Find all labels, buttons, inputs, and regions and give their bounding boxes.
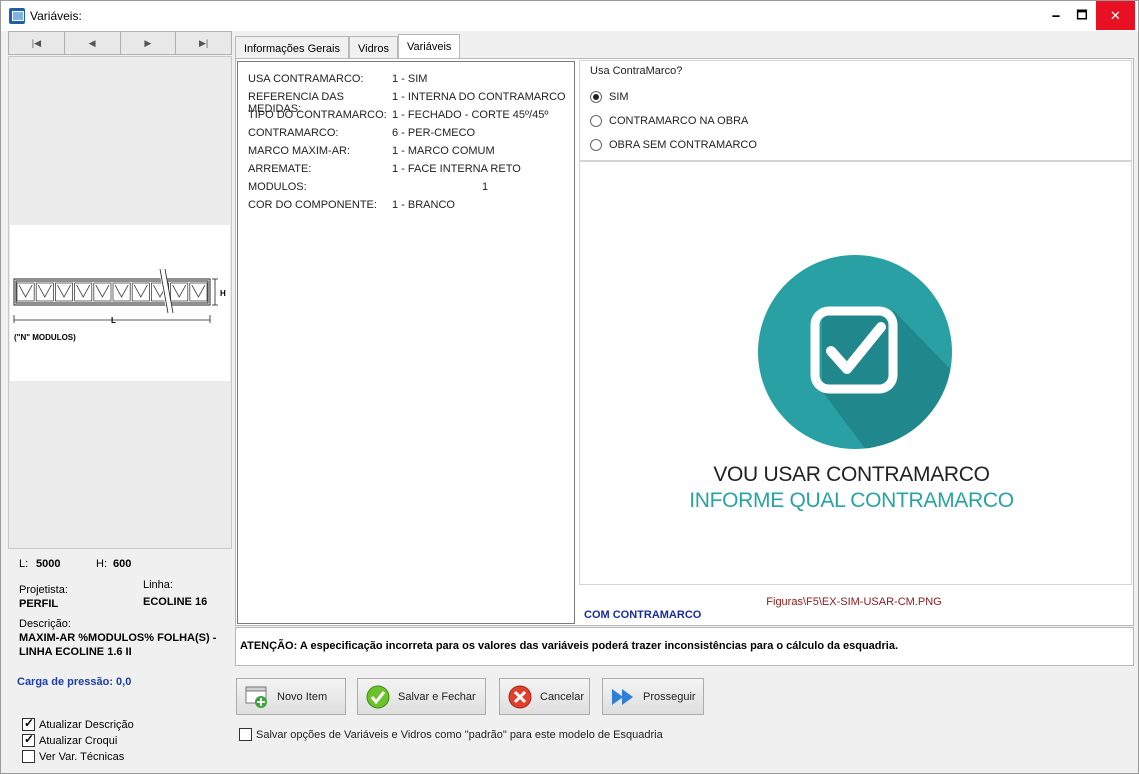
radio-label: OBRA SEM CONTRAMARCO: [609, 139, 757, 151]
croqui-preview: H L ("N" MODULOS): [8, 56, 232, 549]
tab-variaveis[interactable]: Variáveis: [397, 34, 461, 60]
cancel-icon: [508, 685, 532, 709]
checkbox-box[interactable]: [239, 728, 252, 741]
figure-path: Figuras\F5\EX-SIM-USAR-CM.PNG: [766, 596, 942, 608]
variable-name: COR DO COMPONENTE:: [248, 199, 377, 211]
group-title: Usa ContraMarco?: [587, 65, 686, 77]
module-opening-mark: [95, 284, 110, 298]
variable-value: 1 - BRANCO: [392, 199, 455, 211]
variable-value: 1 - INTERNA DO CONTRAMARCO: [392, 91, 566, 103]
variable-name: TIPO DO CONTRAMARCO:: [248, 109, 387, 121]
variable-name: MARCO MAXIM-AR:: [248, 145, 351, 157]
record-navigator: |◀ ◀ ▶ ▶|: [8, 31, 232, 55]
croqui-drawing: H L ("N" MODULOS): [13, 268, 226, 342]
projetista-value: PERFIL: [19, 598, 59, 610]
variable-value: 1 - MARCO COMUM: [392, 145, 495, 157]
radio-sim[interactable]: SIM: [590, 90, 629, 104]
salvar-e-fechar-button[interactable]: Salvar e Fechar: [357, 678, 486, 715]
check-icon: [366, 685, 390, 709]
descricao-value-line2: LINHA ECOLINE 1.6 II: [19, 646, 132, 658]
croqui-drawing-area: H L ("N" MODULOS): [10, 225, 230, 381]
novo-item-button[interactable]: Novo Item: [236, 678, 346, 715]
button-label: Cancelar: [540, 690, 585, 703]
checkbox-label: Salvar opções de Variáveis e Vidros como…: [256, 728, 663, 741]
variable-name: CONTRAMARCO:: [248, 127, 339, 139]
h-label: H:: [96, 558, 107, 570]
radio-label: SIM: [609, 91, 629, 103]
variable-name: MODULOS:: [248, 181, 307, 193]
window-title: Variáveis:: [30, 9, 82, 23]
ver-var-tecnicas-checkbox[interactable]: Ver Var. Técnicas: [22, 749, 124, 764]
new-item-icon: [245, 685, 269, 709]
l-value: 5000: [36, 558, 61, 570]
radio-contramarco-na-obra[interactable]: CONTRAMARCO NA OBRA: [590, 114, 748, 128]
variable-value: 1 - FECHADO - CORTE 45º/45º: [392, 109, 549, 121]
close-button[interactable]: ✕: [1096, 1, 1135, 30]
variable-value: 6 - PER-CMECO: [392, 127, 476, 139]
figure-subtitle: INFORME QUAL CONTRAMARCO: [689, 489, 1014, 512]
croqui-caption: ("N" MODULOS): [14, 333, 76, 342]
button-label: Salvar e Fechar: [398, 690, 476, 703]
atualizar-croqui-checkbox[interactable]: Atualizar Croqui: [22, 732, 118, 748]
variable-value: 1 - FACE INTERNA RETO: [392, 163, 521, 175]
module-opening-mark: [114, 284, 129, 298]
warning-text: ATENÇÃO: A especificação incorreta para …: [240, 640, 899, 652]
variable-value: 1: [482, 181, 489, 193]
projetista-label: Projetista:: [19, 584, 68, 596]
prosseguir-button[interactable]: Prosseguir: [602, 678, 704, 715]
figure-caption: COM CONTRAMARCO: [584, 609, 702, 621]
tab-informacoes-gerais[interactable]: Informações Gerais: [235, 36, 349, 60]
carga-pressao: Carga de pressão: 0,0: [17, 676, 132, 688]
tab-vidros[interactable]: Vidros: [348, 36, 398, 60]
module-opening-mark: [57, 284, 71, 298]
figure-title: VOU USAR CONTRAMARCO: [713, 463, 990, 486]
radio-button[interactable]: [590, 91, 602, 103]
tab-bar: Informações Gerais Vidros Variáveis: [235, 34, 461, 60]
figure-image: [582, 171, 1129, 581]
salvar-padrao-checkbox[interactable]: Salvar opções de Variáveis e Vidros como…: [239, 728, 663, 741]
variable-value: 1 - SIM: [392, 73, 428, 85]
module-opening-mark: [18, 284, 33, 298]
checkmark-badge-icon: [758, 255, 952, 449]
cancelar-button[interactable]: Cancelar: [499, 678, 590, 715]
module-opening-mark: [133, 284, 148, 298]
l-label: L:: [19, 558, 29, 570]
croqui-l-mark: L: [111, 316, 116, 325]
radio-button[interactable]: [590, 139, 602, 151]
checkbox-box[interactable]: [22, 732, 35, 747]
croqui-h-mark: H: [220, 289, 226, 298]
last-record-button[interactable]: ▶|: [176, 32, 231, 54]
title-bar: Variáveis: 🗕 🗖 ✕: [1, 1, 1138, 31]
variables-list[interactable]: USA CONTRAMARCO: 1 - SIM REFERENCIA DAS ME…: [237, 61, 575, 624]
module-opening-mark: [172, 284, 187, 298]
radio-button[interactable]: [590, 115, 602, 127]
maximize-button[interactable]: 🗖: [1067, 1, 1097, 30]
forward-icon: [611, 685, 635, 709]
descricao-label: Descrição:: [19, 618, 71, 630]
linha-value: ECOLINE 16: [143, 596, 208, 608]
variable-name: USA CONTRAMARCO:: [248, 73, 364, 85]
checkbox-label: Ver Var. Técnicas: [39, 750, 125, 763]
first-record-button[interactable]: |◀: [9, 32, 65, 54]
next-record-button[interactable]: ▶: [121, 32, 177, 54]
button-label: Prosseguir: [643, 690, 696, 703]
descricao-value-line1: MAXIM-AR %MODULOS% FOLHA(S) -: [19, 632, 217, 644]
radio-label: CONTRAMARCO NA OBRA: [609, 115, 749, 127]
module-opening-mark: [191, 284, 206, 298]
atualizar-descricao-checkbox[interactable]: Atualizar Descrição: [22, 716, 134, 732]
checkbox-box[interactable]: [22, 716, 35, 731]
radio-obra-sem-contramarco[interactable]: OBRA SEM CONTRAMARCO: [590, 138, 757, 152]
checkbox-label: Atualizar Descrição: [39, 718, 134, 731]
variable-name: ARREMATE:: [248, 163, 312, 175]
app-icon: [9, 8, 25, 24]
button-label: Novo Item: [277, 690, 328, 703]
checkbox-box[interactable]: [22, 750, 35, 763]
checkbox-label: Atualizar Croqui: [39, 734, 118, 747]
h-value: 600: [113, 558, 132, 570]
module-opening-mark: [76, 284, 91, 298]
linha-label: Linha:: [143, 579, 173, 591]
previous-record-button[interactable]: ◀: [65, 32, 121, 54]
module-opening-mark: [37, 284, 52, 298]
window: Variáveis: 🗕 🗖 ✕ |◀ ◀ ▶ ▶| H L ("N" MODU…: [0, 0, 1139, 774]
